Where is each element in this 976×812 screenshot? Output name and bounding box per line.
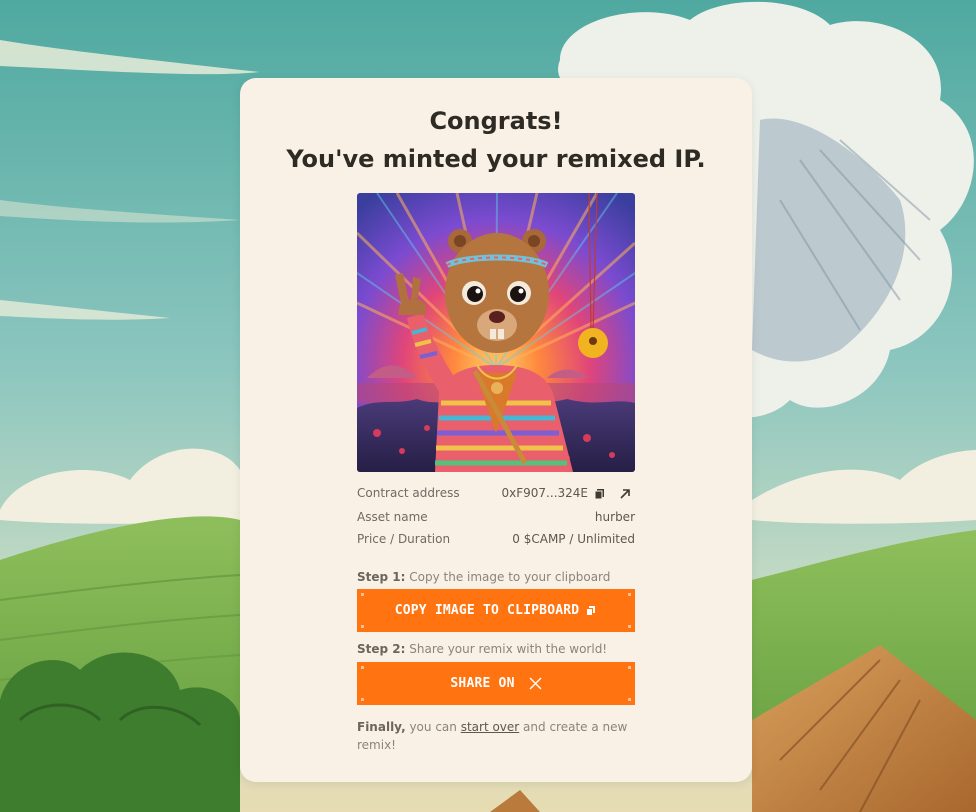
price-duration-value: 0 $CAMP / Unlimited <box>512 532 635 546</box>
contract-address-value: 0xF907...324E <box>501 486 588 500</box>
start-over-link[interactable]: start over <box>461 720 520 734</box>
share-on-x-button[interactable]: SHARE ON <box>357 662 635 705</box>
asset-name-row: Asset name hurber <box>357 510 635 526</box>
minted-artwork-image <box>357 193 635 472</box>
external-link-icon[interactable] <box>618 487 632 501</box>
final-prefix: Finally, <box>357 720 406 734</box>
share-on-x-button-label: SHARE ON <box>450 676 515 691</box>
minted-subtitle: You've minted your remixed IP. <box>286 145 706 173</box>
step-2-instruction: Step 2: Share your remix with the world! <box>357 641 635 657</box>
step-1-instruction: Step 1: Copy the image to your clipboard <box>357 569 635 585</box>
congrats-heading: Congrats! <box>429 107 563 135</box>
asset-name-value: hurber <box>594 510 635 524</box>
copy-address-icon[interactable] <box>593 487 607 501</box>
step-1-text: Copy the image to your clipboard <box>405 570 611 584</box>
final-text-before: you can <box>405 720 461 734</box>
step-1-prefix: Step 1: <box>357 570 406 584</box>
final-instruction: Finally, you can start over and create a… <box>357 718 635 754</box>
price-duration-row: Price / Duration 0 $CAMP / Unlimited <box>357 532 635 548</box>
copy-icon <box>585 605 597 617</box>
copy-image-button-label: COPY IMAGE TO CLIPBOARD <box>394 603 580 618</box>
copy-image-button[interactable]: COPY IMAGE TO CLIPBOARD <box>357 589 635 632</box>
step-2-prefix: Step 2: <box>357 642 406 656</box>
price-duration-label: Price / Duration <box>357 532 451 546</box>
contract-address-row: Contract address 0xF907...324E <box>357 486 635 502</box>
step-2-text: Share your remix with the world! <box>405 642 608 656</box>
mint-success-card: Congrats! You've minted your remixed IP. <box>240 78 752 782</box>
asset-name-label: Asset name <box>357 510 428 524</box>
x-logo-icon <box>529 677 542 690</box>
